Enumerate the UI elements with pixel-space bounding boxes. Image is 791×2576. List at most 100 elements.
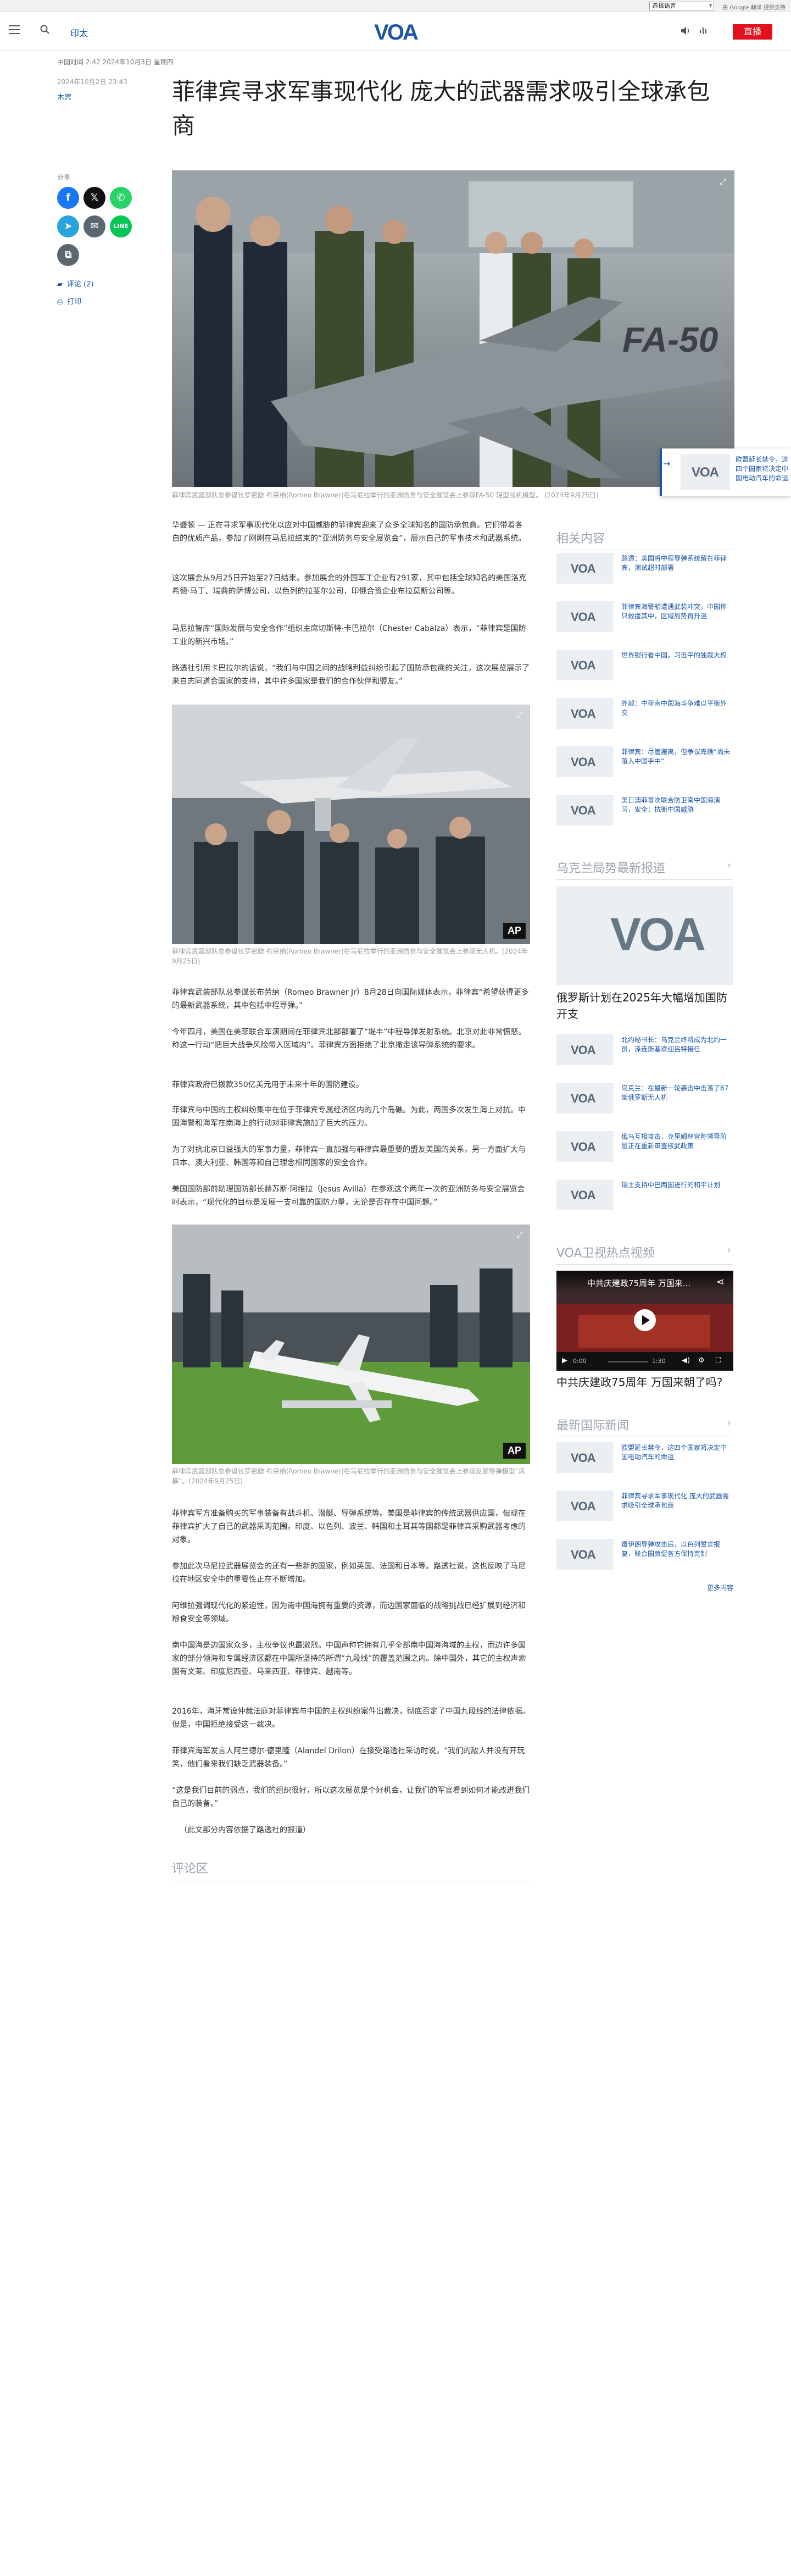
ukraine-lead-headline[interactable]: 俄罗斯计划在2025年大幅增加国防开支 xyxy=(556,989,733,1022)
related-item[interactable]: VOA 外部：中菲南中国海斗争难以平衡外交 xyxy=(556,698,733,729)
translate-credit: 由 Google 翻译 提供支持 xyxy=(722,5,786,11)
expand-icon[interactable]: ⤢ xyxy=(514,1229,526,1241)
main-photo-drawing: FA-50 xyxy=(172,170,734,487)
related-item-title: 路透：美国将中程导弹系统留在菲律宾，测试超时部署 xyxy=(621,555,727,572)
logo-text: VOA xyxy=(374,20,418,44)
language-select[interactable]: 选择语言 xyxy=(649,2,714,10)
ukraine-item-title: 北约秘书长：乌克兰终将成为北约一员，泽连斯基欢迎吕特接任 xyxy=(621,1036,727,1053)
article-paragraph: 菲律宾政府已拨款350亿美元用于未来十年的国防建设。 xyxy=(172,1081,364,1089)
voa-thumb: VOA xyxy=(556,1491,614,1521)
related-item[interactable]: VOA 菲律宾海警船遭遇武装冲突，中国称只救援其中，区域局势再升温 xyxy=(556,601,733,632)
ukraine-item[interactable]: VOA 俄乌互相攻击，克里姆林宫称领导阶层正在重新审查核武政策 xyxy=(556,1131,733,1162)
ukraine-item-title: 俄乌互相攻击，克里姆林宫称领导阶层正在重新审查核武政策 xyxy=(621,1133,727,1150)
floating-news-card[interactable]: → VOA 欧盟延长禁令，这四个国家将决定中国电动汽车的命运 xyxy=(660,448,791,496)
settings-icon[interactable]: ⚙ xyxy=(698,1356,705,1365)
menu-icon[interactable] xyxy=(9,25,20,36)
article-paragraph: （此文部分内容依据了路透社的报道） xyxy=(180,1826,310,1835)
voa-thumb: VOA xyxy=(556,601,614,632)
speaker-icon[interactable] xyxy=(680,25,692,36)
play-small-icon[interactable]: ▶ xyxy=(562,1356,567,1365)
voa-thumb: VOA xyxy=(556,553,614,584)
video-progress-bar[interactable] xyxy=(608,1361,648,1362)
utility-bar: 选择语言 由 Google 翻译 提供支持 xyxy=(0,0,791,12)
fullscreen-icon[interactable]: ⛶ xyxy=(716,1356,721,1365)
drone-photo-drawing xyxy=(172,705,530,944)
voa-thumb: VOA xyxy=(681,454,730,490)
author-link[interactable]: 木宾 xyxy=(57,91,71,102)
comments-section-title: 评论区 xyxy=(172,1859,530,1881)
live-button[interactable]: 直播 xyxy=(733,24,772,40)
whatsapp-icon: ✆ xyxy=(116,192,125,203)
audio-icon[interactable] xyxy=(699,25,709,36)
article-paragraph: 参加此次马尼拉武器展览会的还有一些新的国家，例如英国、法国和日本等。路透社说，这… xyxy=(172,1562,526,1584)
comment-icon: ▰ xyxy=(57,280,63,289)
floating-card-title: 欧盟延长禁令，这四个国家将决定中国电动汽车的命运 xyxy=(736,456,789,482)
section-link[interactable]: 印太 xyxy=(70,26,88,39)
intl-item[interactable]: VOA 欧盟延长禁令，这四个国家将决定中国电动汽车的命运 xyxy=(556,1442,733,1473)
ukraine-item[interactable]: VOA 乌克兰：在最新一轮袭击中击落了67架俄罗斯无人机 xyxy=(556,1083,733,1114)
video-section-title[interactable]: VOA卫视热点视频 › xyxy=(556,1243,733,1265)
play-icon[interactable] xyxy=(634,1309,656,1331)
missile-photo-caption: 菲律宾武器部队总参谋长罗密欧·布劳纳(Romeo Brawner)在马尼拉举行的… xyxy=(172,1467,526,1485)
telegram-share-button[interactable]: ➤ xyxy=(57,215,79,237)
related-item-title: 外部：中菲南中国海斗争难以平衡外交 xyxy=(621,700,727,717)
related-title: 相关内容 xyxy=(556,529,733,550)
ukraine-section-title[interactable]: 乌克兰局势最新报道 › xyxy=(556,858,733,880)
comments-link[interactable]: ▰ 评论 (2) xyxy=(57,278,94,289)
arrow-right-icon: → xyxy=(663,458,671,469)
article-paragraph: 菲律宾武装部队总参谋长布劳纳（Romeo Brawner Jr）8月28日向国际… xyxy=(172,988,529,1010)
intl-item-title: 菲律宾寻求军事现代化 庞大的武器需求吸引全球承包商 xyxy=(621,1492,729,1509)
print-link[interactable]: ⎙ 打印 xyxy=(57,296,81,306)
voa-thumb: VOA xyxy=(556,1179,614,1210)
article-title: 菲律宾寻求军事现代化 庞大的武器需求吸引全球承包商 xyxy=(172,78,710,139)
facebook-share-button[interactable]: f xyxy=(57,187,79,209)
facebook-icon: f xyxy=(66,192,70,203)
related-item-title: 菲律宾海警船遭遇武装冲突，中国称只救援其中，区域局势再升温 xyxy=(621,603,727,620)
related-item[interactable]: VOA 路透：美国将中程导弹系统留在菲律宾，测试超时部署 xyxy=(556,553,733,584)
ap-logo: AP xyxy=(503,923,526,939)
ukraine-item-title: 乌克兰：在最新一轮袭击中击落了67架俄罗斯无人机 xyxy=(621,1084,729,1101)
voa-thumb: VOA xyxy=(556,795,614,826)
email-share-button[interactable]: ✉ xyxy=(83,215,105,237)
article-paragraph: 菲律宾海军发言人阿兰德尔·德里隆（Alandel Drilon）在接受路透社采访… xyxy=(172,1747,525,1769)
volume-icon[interactable]: ◀) xyxy=(682,1356,690,1365)
ukraine-lead-thumb[interactable]: VOA xyxy=(556,886,733,985)
video-player[interactable]: 中共庆建政75周年 万国来... ⋖ ▶ 0:00 1:30 ◀) ⚙ ⛶ xyxy=(556,1271,733,1371)
video-controls: ▶ 0:00 1:30 ◀) ⚙ ⛶ xyxy=(556,1352,733,1371)
related-item-title: 美日澳菲首次联合防卫南中国海演习，安全：抗衡中国威胁 xyxy=(621,796,721,813)
voa-thumb: VOA xyxy=(556,698,614,729)
x-share-button[interactable]: 𝕏 xyxy=(83,187,105,209)
ukraine-item[interactable]: VOA 瑞士支持中巴两国进行的和平计划 xyxy=(556,1179,733,1210)
article-paragraph: 阿维拉强调现代化的紧迫性，因为南中国海拥有重要的资源，而边国家面临的战略挑战已经… xyxy=(172,1602,526,1624)
ukraine-item[interactable]: VOA 北约秘书长：乌克兰终将成为北约一员，泽连斯基欢迎吕特接任 xyxy=(556,1034,733,1065)
intl-item[interactable]: VOA 菲律宾寻求军事现代化 庞大的武器需求吸引全球承包商 xyxy=(556,1491,733,1521)
intl-title-text: 最新国际新闻 xyxy=(556,1419,630,1433)
video-duration: 1:30 xyxy=(652,1358,666,1365)
drone-photo: ⤢ AP xyxy=(172,705,530,944)
article-paragraph: 菲律宾军方准备购买的军事装备有战斗机、潜艇、导弹系统等。美国是菲律宾的传统武器供… xyxy=(172,1509,526,1544)
voa-thumb: VOA xyxy=(556,1034,614,1065)
ukraine-title-text: 乌克兰局势最新报道 xyxy=(556,862,666,876)
voa-logo[interactable]: VOA xyxy=(367,20,424,44)
voa-thumb: VOA xyxy=(556,1131,614,1162)
related-item[interactable]: VOA 菲律宾：尽管搬离，但争议岛礁“尚未落入中国手中” xyxy=(556,746,733,777)
related-item[interactable]: VOA 世界银行看中国，习近平的独裁大权 xyxy=(556,650,733,680)
intl-item[interactable]: VOA 遭伊朗导弹攻击后，以色列誓言报复，联合国敦促各方保持克制 xyxy=(556,1539,733,1570)
copy-link-button[interactable]: ⧉ xyxy=(57,244,79,266)
email-icon: ✉ xyxy=(90,220,99,232)
expand-icon[interactable]: ⤢ xyxy=(514,709,526,721)
whatsapp-share-button[interactable]: ✆ xyxy=(110,187,132,209)
article-paragraph: 菲律宾与中国的主权纠纷集中在位于菲律宾专属经济区内的几个岛礁。为此，两国多次发生… xyxy=(172,1106,526,1128)
copy-icon: ⧉ xyxy=(64,249,72,261)
line-share-button[interactable]: LINE xyxy=(110,215,132,237)
intl-section-title[interactable]: 最新国际新闻 › xyxy=(556,1416,733,1437)
related-item-title: 世界银行看中国，习近平的独裁大权 xyxy=(621,651,727,659)
search-icon[interactable] xyxy=(40,24,51,35)
article-paragraph: 路透社引用卡巴拉尔的话说，“我们与中国之间的战略利益纠纷引起了国防承包商的关注，… xyxy=(172,664,530,686)
share-icon[interactable]: ⋖ xyxy=(716,1276,725,1288)
related-item[interactable]: VOA 美日澳菲首次联合防卫南中国海演习，安全：抗衡中国威胁 xyxy=(556,795,733,826)
more-link[interactable]: 更多内容 xyxy=(707,1583,733,1592)
article-paragraph: 2016年，海牙常设仲裁法庭对菲律宾与中国的主权纠纷案件出裁决，彻底否定了中国九… xyxy=(172,1707,530,1729)
video-headline[interactable]: 中共庆建政75周年 万国来朝了吗? xyxy=(556,1374,733,1391)
expand-icon[interactable]: ⤢ xyxy=(717,176,729,188)
